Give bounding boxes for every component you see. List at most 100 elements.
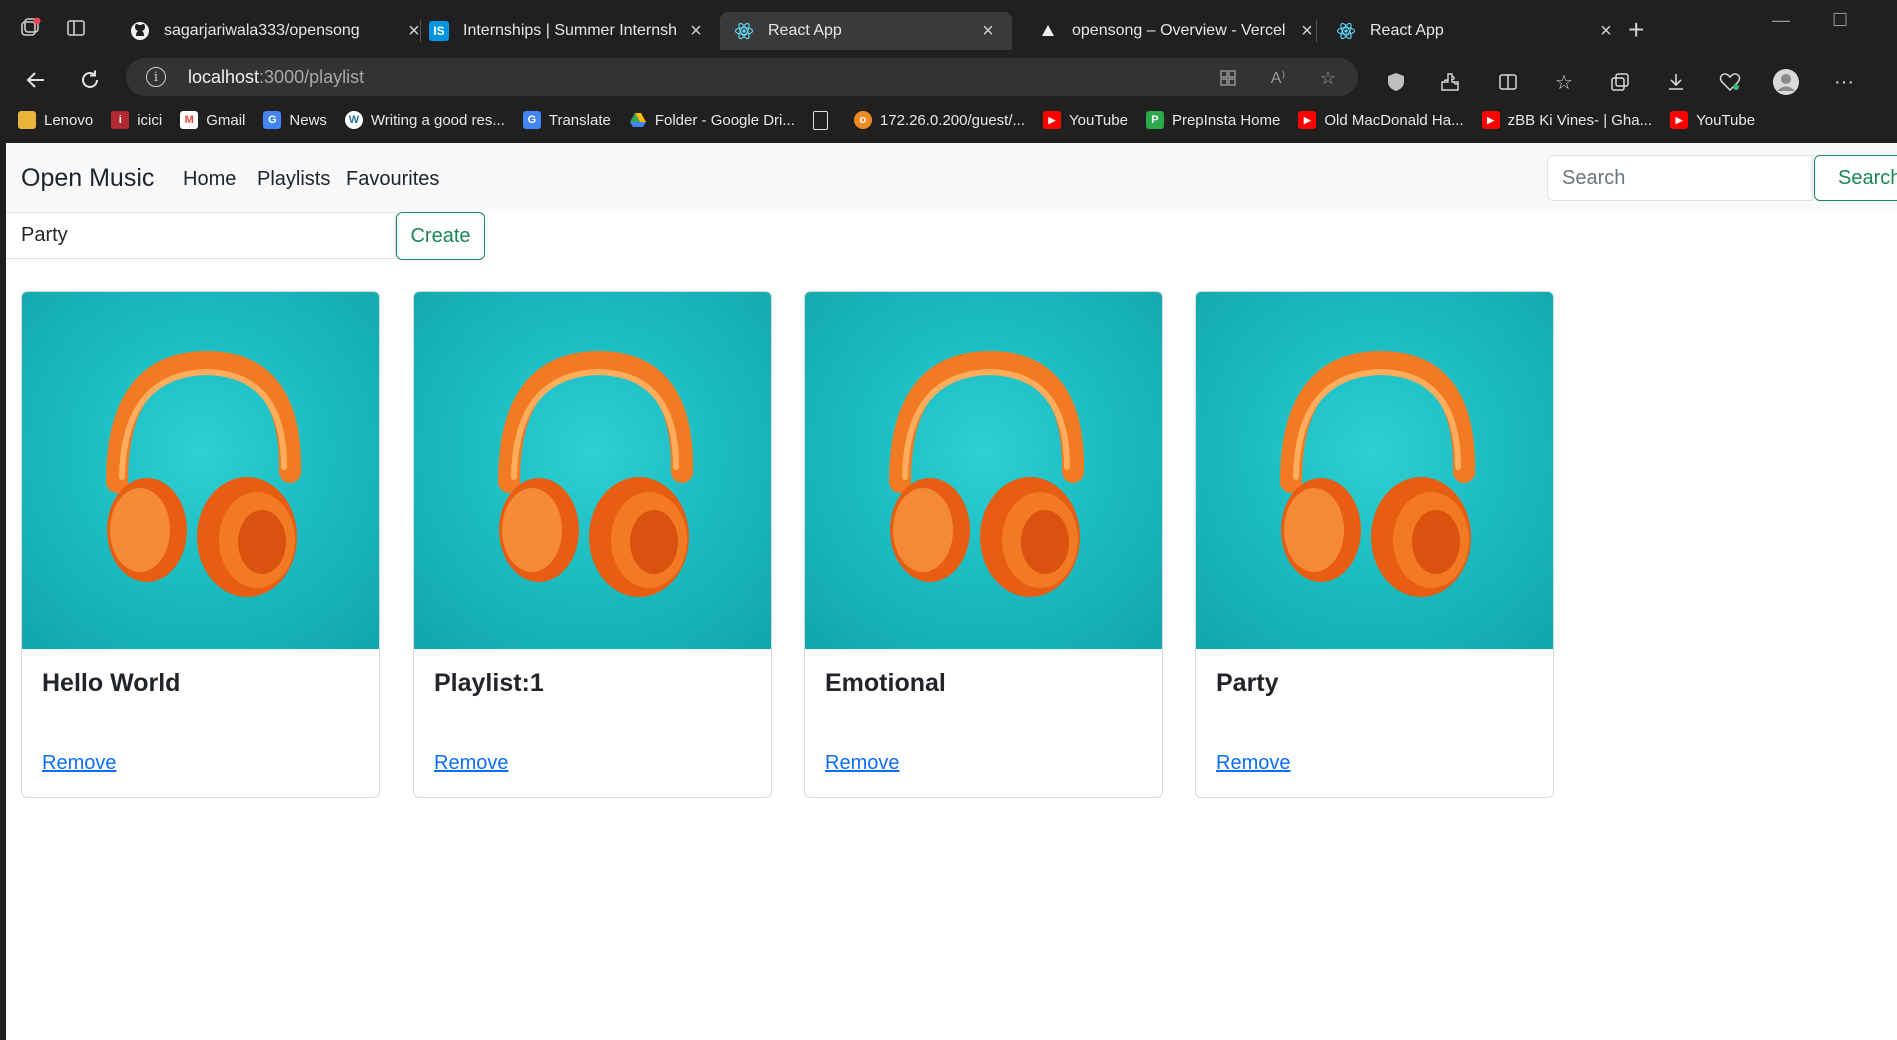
- search-button[interactable]: Search: [1814, 155, 1897, 201]
- tab-actions: [18, 16, 88, 40]
- bookmark-icici[interactable]: i icici: [111, 111, 162, 129]
- bookmark-news[interactable]: G News: [263, 111, 327, 129]
- address-row: i localhost:3000/playlist A⁾ ☆ ☆ ···: [0, 56, 1897, 106]
- bookmark-youtube[interactable]: ▶ YouTube: [1043, 111, 1128, 129]
- collections-icon[interactable]: [1606, 68, 1634, 96]
- tab-title: Internships | Summer Internship: [463, 22, 676, 39]
- react-icon: [1336, 21, 1356, 41]
- address-bar[interactable]: i localhost:3000/playlist A⁾ ☆: [126, 58, 1358, 96]
- playlist-card: Hello World Remove: [21, 291, 380, 798]
- close-icon[interactable]: ×: [1596, 20, 1616, 43]
- youtube-icon: ▶: [1481, 111, 1500, 129]
- site-icon: o: [853, 111, 872, 129]
- tab-title: React App: [768, 22, 842, 39]
- close-icon[interactable]: ×: [686, 20, 706, 43]
- close-icon[interactable]: ×: [1297, 20, 1317, 43]
- headphones-image: [414, 292, 771, 649]
- close-icon[interactable]: ×: [978, 20, 998, 43]
- bookmark-wordpress[interactable]: W Writing a good res...: [344, 111, 505, 129]
- nav-home[interactable]: Home: [183, 168, 236, 191]
- wordpress-icon: W: [344, 111, 363, 129]
- shield-extension-icon[interactable]: [1382, 68, 1410, 96]
- tab-react-app-active[interactable]: React App ×: [720, 12, 1012, 50]
- headphones-image: [1196, 292, 1553, 649]
- profile-avatar-icon[interactable]: [1772, 68, 1800, 96]
- vertical-tabs-icon[interactable]: [64, 16, 88, 40]
- news-icon: G: [263, 111, 282, 129]
- favorite-star-icon[interactable]: ☆: [1316, 66, 1340, 90]
- remove-link[interactable]: Remove: [825, 752, 899, 775]
- github-icon: [130, 21, 150, 41]
- bookmark-guest[interactable]: o 172.26.0.200/guest/...: [853, 111, 1025, 129]
- bookmark-zbb[interactable]: ▶ zBB Ki Vines- | Gha...: [1481, 111, 1652, 129]
- playlist-title: Hello World: [42, 669, 181, 697]
- reload-icon[interactable]: [74, 64, 106, 96]
- tab-title: React App: [1370, 22, 1444, 39]
- tab-react-app[interactable]: React App ×: [1322, 12, 1616, 50]
- playlist-title: Party: [1216, 669, 1279, 697]
- bookmark-old-macdonald[interactable]: ▶ Old MacDonald Ha...: [1298, 111, 1464, 129]
- folder-icon: [18, 111, 36, 129]
- internshala-icon: IS: [429, 21, 449, 41]
- browser-chrome: sagarjariwala333/opensong × IS Internshi…: [0, 0, 1897, 143]
- page-content: Open Music Home Playlists Favourites Sea…: [6, 143, 1897, 1040]
- bookmark-google-drive[interactable]: Folder - Google Dri...: [629, 111, 795, 129]
- minimize-icon[interactable]: —: [1772, 10, 1790, 31]
- youtube-icon: ▶: [1298, 111, 1317, 129]
- playlist-card: Playlist:1 Remove: [413, 291, 772, 798]
- bookmark-lenovo[interactable]: Lenovo: [18, 111, 93, 129]
- workspaces-icon[interactable]: [18, 16, 42, 40]
- bookmark-gmail[interactable]: M Gmail: [180, 111, 245, 129]
- playlist-title: Emotional: [825, 669, 946, 697]
- browser-essentials-icon[interactable]: [1716, 68, 1744, 96]
- playlist-name-input[interactable]: [6, 212, 396, 259]
- split-screen-icon[interactable]: [1494, 68, 1522, 96]
- tab-title: opensong – Overview - Vercel: [1072, 22, 1286, 39]
- playlist-title: Playlist:1: [434, 669, 544, 697]
- prepinsta-icon: P: [1145, 111, 1164, 129]
- create-button[interactable]: Create: [396, 212, 485, 260]
- site-info-icon[interactable]: i: [146, 67, 166, 87]
- app-available-icon[interactable]: [1216, 66, 1240, 90]
- youtube-icon: ▶: [1670, 111, 1689, 129]
- google-drive-icon: [629, 111, 647, 129]
- tab-internshala[interactable]: IS Internships | Summer Internship ×: [415, 12, 706, 50]
- react-icon: [734, 21, 754, 41]
- playlist-card: Party Remove: [1195, 291, 1554, 798]
- url-text: localhost:3000/playlist: [188, 67, 365, 87]
- playlist-card: Emotional Remove: [804, 291, 1163, 798]
- remove-link[interactable]: Remove: [434, 752, 508, 775]
- page-icon: [812, 110, 828, 130]
- remove-link[interactable]: Remove: [1216, 752, 1290, 775]
- new-tab-icon[interactable]: +: [1628, 14, 1644, 46]
- maximize-icon[interactable]: ☐: [1832, 10, 1848, 31]
- tab-title: sagarjariwala333/opensong: [164, 22, 360, 39]
- brand-logo[interactable]: Open Music: [21, 164, 154, 193]
- bookmarks-bar: Lenovo i icici M Gmail G News W Writing a go…: [0, 104, 1897, 136]
- read-aloud-icon[interactable]: A⁾: [1266, 66, 1290, 90]
- search-input[interactable]: [1547, 155, 1813, 201]
- nav-favourites[interactable]: Favourites: [346, 168, 439, 191]
- headphones-image: [22, 292, 379, 649]
- tab-github[interactable]: sagarjariwala333/opensong ×: [116, 12, 424, 50]
- back-icon[interactable]: [20, 64, 52, 96]
- extensions-icon[interactable]: [1436, 68, 1464, 96]
- youtube-icon: ▶: [1043, 111, 1062, 129]
- bookmark-translate[interactable]: G Translate: [522, 111, 611, 129]
- tab-vercel[interactable]: opensong – Overview - Vercel ×: [1024, 12, 1317, 50]
- translate-icon: G: [522, 111, 541, 129]
- gmail-icon: M: [180, 111, 199, 129]
- bookmark-youtube-2[interactable]: ▶ YouTube: [1670, 111, 1755, 129]
- bookmark-prepinsta[interactable]: P PrepInsta Home: [1145, 111, 1280, 129]
- vercel-icon: [1038, 21, 1058, 41]
- tab-separator: [1316, 20, 1317, 42]
- remove-link[interactable]: Remove: [42, 752, 116, 775]
- bookmark-page[interactable]: [812, 110, 836, 130]
- more-menu-icon[interactable]: ···: [1830, 68, 1858, 96]
- tab-strip: sagarjariwala333/opensong × IS Internshi…: [0, 0, 1897, 60]
- downloads-icon[interactable]: [1662, 68, 1690, 96]
- nav-playlists[interactable]: Playlists: [257, 168, 330, 191]
- favorites-icon[interactable]: ☆: [1550, 68, 1578, 96]
- headphones-image: [805, 292, 1162, 649]
- icici-icon: i: [111, 111, 130, 129]
